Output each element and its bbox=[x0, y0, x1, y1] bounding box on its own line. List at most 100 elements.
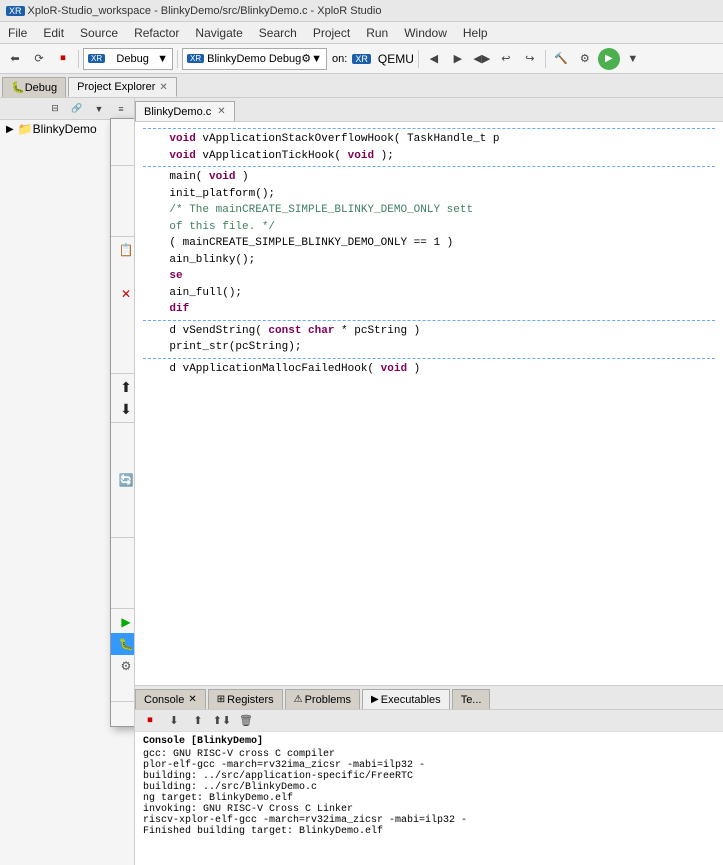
target-dropdown[interactable]: XR BlinkyDemo Debug ⚙ ▼ bbox=[182, 48, 327, 70]
link-editor-btn[interactable]: 🔗 bbox=[66, 98, 88, 120]
menu-run-cpp-analysis[interactable]: ⚙ Run C/C++ Code Analysis bbox=[111, 655, 135, 677]
scroll-down-btn[interactable]: ⬇ bbox=[163, 710, 185, 732]
nav-btn-4[interactable]: ↩ bbox=[495, 48, 517, 70]
tab-problems[interactable]: ⚠ Problems bbox=[285, 689, 360, 709]
analysis-icon: ⚙ bbox=[117, 657, 135, 675]
menu-debug-as[interactable]: 🐛 Debug As ▶ 🔴 1 RISC-V application with… bbox=[111, 633, 135, 655]
more-btn[interactable]: ▼ bbox=[622, 48, 644, 70]
tab-executables[interactable]: ▶ Executables bbox=[362, 689, 450, 709]
tab-registers[interactable]: ⊞ Registers bbox=[208, 689, 283, 709]
editor-tab-label: BlinkyDemo.c bbox=[144, 106, 211, 118]
debug-toggle-btn[interactable]: ⚙ bbox=[574, 48, 596, 70]
editor-tab-close-icon[interactable]: ✕ bbox=[217, 106, 225, 117]
menu-paste[interactable]: Paste Ctrl+V bbox=[111, 261, 135, 283]
qemu-label: QEMU bbox=[378, 52, 414, 66]
build-btn[interactable]: 🔨 bbox=[550, 48, 572, 70]
separator-3 bbox=[111, 373, 135, 374]
menu-close-project[interactable]: Close Project bbox=[111, 491, 135, 513]
menu-window[interactable]: Window bbox=[396, 24, 455, 42]
context-menu: New ▶ Go Into Open in New Window Show In… bbox=[110, 118, 135, 727]
tab-debug[interactable]: 🐛 Debug bbox=[2, 77, 66, 97]
menu-properties[interactable]: Properties Alt+Enter bbox=[111, 704, 135, 726]
menu-new[interactable]: New ▶ bbox=[111, 119, 135, 141]
code-line-12: se bbox=[143, 268, 715, 285]
menu-run[interactable]: Run bbox=[358, 24, 396, 42]
tab-console[interactable]: Console ✕ bbox=[135, 689, 206, 709]
menu-navigate[interactable]: Navigate bbox=[187, 24, 250, 42]
console-tab-close-icon[interactable]: ✕ bbox=[188, 694, 196, 705]
stop-button[interactable]: ⏹ bbox=[52, 48, 74, 70]
run-button[interactable]: ▶ bbox=[598, 48, 620, 70]
target-label: BlinkyDemo Debug bbox=[207, 53, 301, 65]
run-as-icon: ▶ bbox=[117, 613, 135, 631]
registers-tab-icon: ⊞ bbox=[217, 694, 225, 705]
console-title: Console [BlinkyDemo] bbox=[143, 736, 715, 747]
view-menu-btn[interactable]: ≡ bbox=[110, 98, 132, 120]
menu-search[interactable]: Search bbox=[251, 24, 305, 42]
menu-delete[interactable]: ✕ Delete Delete bbox=[111, 283, 135, 305]
clear-console-btn[interactable]: 🗑 bbox=[235, 710, 257, 732]
code-line-14: dif bbox=[143, 301, 715, 318]
menu-refactor[interactable]: Refactor bbox=[126, 24, 187, 42]
scroll-up-btn[interactable]: ⬆ bbox=[187, 710, 209, 732]
debug-mode-dropdown[interactable]: XR Debug ▼ bbox=[83, 48, 173, 70]
nav-btn-5[interactable]: ↪ bbox=[519, 48, 541, 70]
dropdown-arrow-icon: ▼ bbox=[157, 53, 168, 65]
tab-project-explorer[interactable]: Project Explorer ✕ bbox=[68, 77, 177, 97]
filter-btn[interactable]: ▼ bbox=[88, 98, 110, 120]
menu-bar: File Edit Source Refactor Navigate Searc… bbox=[0, 22, 723, 44]
menu-open-new-window[interactable]: Open in New Window bbox=[111, 168, 135, 190]
bottom-panel: Console ✕ ⊞ Registers ⚠ Problems ▶ Execu… bbox=[135, 685, 723, 865]
debug-tab-label: Debug bbox=[25, 82, 57, 94]
editor-tab-blinky[interactable]: BlinkyDemo.c ✕ bbox=[135, 101, 235, 121]
code-line-10: ( mainCREATE_SIMPLE_BLINKY_DEMO_ONLY == … bbox=[143, 235, 715, 252]
nav-btn-1[interactable]: ◀ bbox=[423, 48, 445, 70]
code-editor[interactable]: void vApplicationStackOverflowHook( Task… bbox=[135, 122, 723, 685]
console-line-3: building: ../src/application-specific/Fr… bbox=[143, 771, 715, 782]
menu-clean-project[interactable]: Clean Project bbox=[111, 447, 135, 469]
app-logo: XR bbox=[6, 6, 25, 16]
project-explorer-tab-close-icon[interactable]: ✕ bbox=[159, 82, 167, 93]
collapse-all-btn[interactable]: ⊟ bbox=[44, 98, 66, 120]
menu-export[interactable]: ⬇ Export... bbox=[111, 398, 135, 420]
nav-btn-2[interactable]: ▶ bbox=[447, 48, 469, 70]
menu-build-targets[interactable]: Build Targets ▶ bbox=[111, 562, 135, 584]
menu-index[interactable]: Index ▶ bbox=[111, 584, 135, 606]
title-bar-text: XploR-Studio_workspace - BlinkyDemo/src/… bbox=[28, 5, 382, 17]
menu-build-configurations[interactable]: Build Configurations ▶ bbox=[111, 540, 135, 562]
stop-console-btn[interactable]: ⏹ bbox=[139, 710, 161, 732]
menu-close-unrelated: Close Unrelated Project bbox=[111, 513, 135, 535]
menu-help[interactable]: Help bbox=[455, 24, 496, 42]
editor-tab-bar: BlinkyDemo.c ✕ bbox=[135, 98, 723, 122]
code-line-19: print_str(pcString); bbox=[143, 339, 715, 356]
menu-run-as[interactable]: ▶ Run As ▶ bbox=[111, 611, 135, 633]
console-line-6: invoking: GNU RISC-V Cross C Linker bbox=[143, 804, 715, 815]
code-line-9: of this file. */ bbox=[143, 219, 715, 236]
code-line-5: main( void ) bbox=[143, 169, 715, 186]
scroll-lock-btn[interactable]: ⬆⬇ bbox=[211, 710, 233, 732]
menu-source[interactable]: Source bbox=[72, 24, 126, 42]
menu-project[interactable]: Project bbox=[305, 24, 358, 42]
menu-go-into[interactable]: Go Into bbox=[111, 141, 135, 163]
back-button[interactable]: ⬅ bbox=[4, 48, 26, 70]
code-line-8: /* The mainCREATE_SIMPLE_BLINKY_DEMO_ONL… bbox=[143, 202, 715, 219]
registers-tab-label: Registers bbox=[227, 694, 273, 706]
separator-7 bbox=[111, 701, 135, 702]
main-layout: ⊟ 🔗 ▼ ≡ ▶ 📁 BlinkyDemo New ▶ Go Into Ope… bbox=[0, 98, 723, 865]
menu-show-local-terminal[interactable]: Show in Local Terminal ▶ bbox=[111, 212, 135, 234]
menu-configure[interactable]: Configure ▶ bbox=[111, 677, 135, 699]
menu-move: Move... bbox=[111, 327, 135, 349]
menu-rename[interactable]: Rename... F2 bbox=[111, 349, 135, 371]
menu-copy[interactable]: 📋 Copy Ctrl+C bbox=[111, 239, 135, 261]
menu-import[interactable]: ⬆ Import... bbox=[111, 376, 135, 398]
menu-show-in[interactable]: Show In Alt+Shift+W ▶ bbox=[111, 190, 135, 212]
nav-btn-3[interactable]: ◀▶ bbox=[471, 48, 493, 70]
separator-5 bbox=[111, 537, 135, 538]
menu-build-project[interactable]: Build Project bbox=[111, 425, 135, 447]
tab-terminal[interactable]: Te... bbox=[452, 689, 491, 709]
menu-edit[interactable]: Edit bbox=[35, 24, 72, 42]
forward-button[interactable]: ⟳ bbox=[28, 48, 50, 70]
menu-file[interactable]: File bbox=[0, 24, 35, 42]
menu-refresh[interactable]: 🔄 Refresh F5 bbox=[111, 469, 135, 491]
menu-source[interactable]: Source ▶ bbox=[111, 305, 135, 327]
